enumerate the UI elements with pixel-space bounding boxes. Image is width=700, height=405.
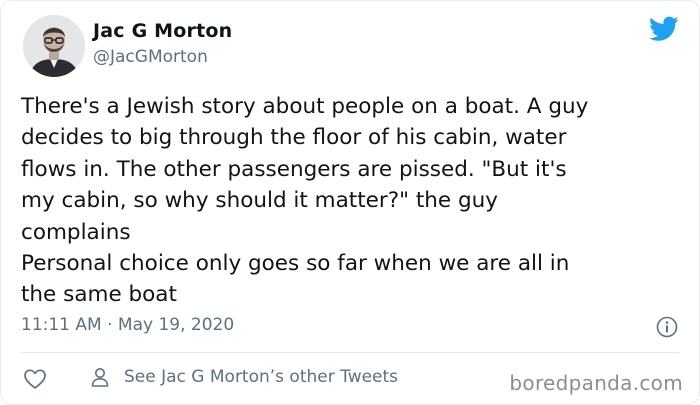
avatar[interactable]: [23, 15, 85, 77]
see-other-tweets-link[interactable]: See Jac G Morton’s other Tweets: [89, 366, 398, 388]
divider: [21, 352, 679, 353]
tweet-timestamp[interactable]: 11:11 AM · May 19, 2020: [21, 315, 234, 335]
display-name[interactable]: Jac G Morton: [93, 20, 232, 42]
tweet-line: complains: [21, 219, 131, 245]
user-handle[interactable]: @JacGMorton: [93, 47, 208, 67]
twitter-bird-icon[interactable]: [649, 16, 679, 42]
tweet-text: There's a Jewish story about people on a…: [21, 91, 681, 311]
watermark: boredpanda.com: [509, 371, 683, 395]
tweet-line: flows in. The other passengers are pisse…: [21, 156, 567, 182]
info-icon[interactable]: [655, 315, 679, 339]
tweet-line: There's a Jewish story about people on a…: [21, 94, 589, 119]
heart-icon[interactable]: [23, 368, 47, 390]
see-other-tweets-label: See Jac G Morton’s other Tweets: [124, 367, 399, 387]
tweet-line: the same boat: [21, 282, 177, 308]
tweet-line: my cabin, so why should it matter?" the …: [21, 188, 498, 214]
tweet-line: decides to big through the floor of his …: [21, 125, 567, 151]
tweet-card: Jac G Morton @JacGMorton There's a Jewis…: [0, 0, 700, 405]
person-icon: [89, 366, 111, 388]
tweet-line: Personal choice only goes so far when we…: [21, 251, 570, 277]
